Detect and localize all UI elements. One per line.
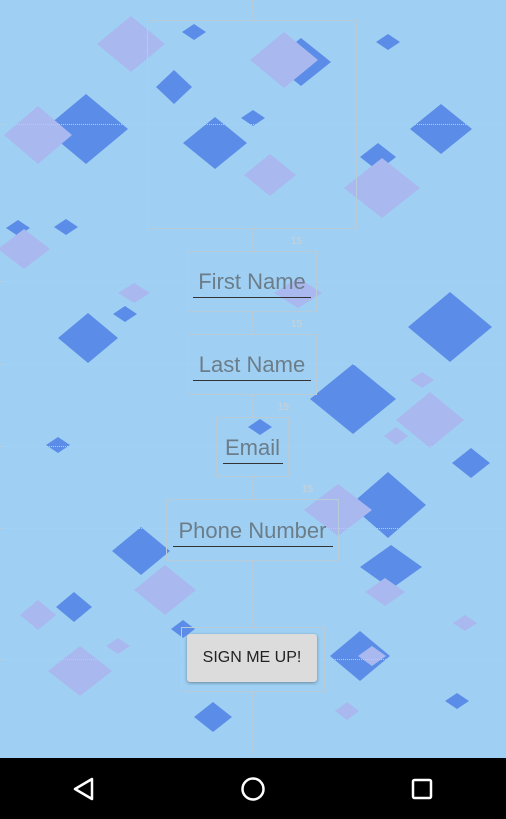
back-button[interactable] (54, 759, 114, 819)
spacing-label: 15 (302, 484, 314, 495)
first-name-input[interactable] (193, 265, 311, 298)
android-navigation-bar (0, 758, 506, 819)
guide-line (252, 692, 253, 754)
first-name-field (187, 251, 317, 312)
recents-button[interactable] (392, 759, 452, 819)
guide-line (252, 561, 253, 627)
recents-square-icon (411, 778, 432, 799)
guide-line (252, 395, 253, 417)
back-triangle-icon (74, 777, 94, 800)
guide-line (252, 229, 253, 251)
guide-line (252, 477, 253, 499)
last-name-input[interactable] (193, 348, 311, 381)
phone-input[interactable] (172, 513, 333, 547)
email-input[interactable] (222, 430, 283, 464)
guide-line (252, 312, 253, 334)
app-screen: 15 15 15 15 SIGN ME UP! (0, 0, 506, 758)
guide-line (252, 0, 253, 20)
email-field (216, 417, 289, 477)
spacing-label: 15 (278, 402, 290, 413)
home-circle-icon (241, 776, 265, 801)
home-button[interactable] (223, 759, 283, 819)
last-name-field (187, 334, 317, 395)
spacing-label: 15 (291, 319, 303, 330)
spacing-label: 15 (291, 236, 303, 247)
phone-field (166, 499, 339, 561)
image-placeholder-bounds (147, 20, 357, 229)
sign-up-button[interactable]: SIGN ME UP! (187, 634, 317, 682)
